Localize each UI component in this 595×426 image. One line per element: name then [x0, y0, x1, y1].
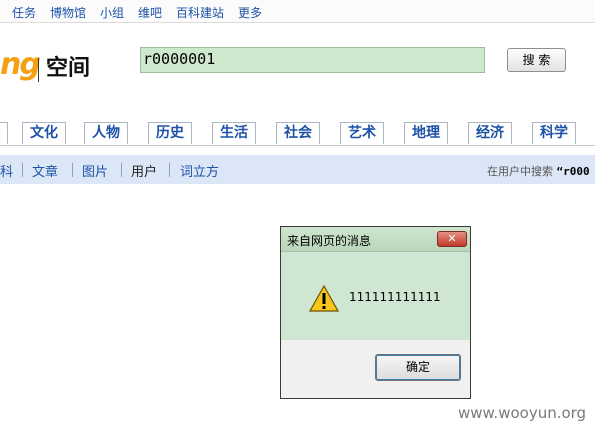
- nav-link-more[interactable]: 更多: [238, 4, 262, 21]
- subtab-images[interactable]: 图片: [82, 161, 108, 180]
- search-scope-query: “r000: [556, 165, 590, 178]
- logo-mark[interactable]: ng: [0, 50, 41, 80]
- top-nav: 任务 博物馆 小组 维吧 百科建站 更多: [0, 0, 595, 23]
- divider: [72, 163, 73, 177]
- divider: [121, 163, 122, 177]
- search-scope-text: 在用户中搜索 “r000: [487, 163, 590, 179]
- subtab-word-cube[interactable]: 词立方: [180, 161, 219, 180]
- ok-button[interactable]: 确定: [375, 354, 461, 381]
- logo-divider: [38, 58, 39, 82]
- warning-icon: [309, 285, 339, 312]
- tab-economy[interactable]: 经济: [468, 122, 512, 144]
- search-button[interactable]: 搜 索: [507, 48, 566, 72]
- search-type-bar: 科 文章 图片 用户 词立方 在用户中搜索 “r000: [0, 155, 595, 184]
- search-scope-label: 在用户中搜索: [487, 165, 553, 178]
- tab-category-partial[interactable]: [0, 122, 8, 144]
- tab-culture[interactable]: 文化: [22, 122, 66, 144]
- dialog-title-bar[interactable]: 来自网页的消息 ✕: [281, 227, 470, 252]
- nav-link-museum[interactable]: 博物馆: [50, 4, 86, 21]
- search-input[interactable]: r0000001: [140, 47, 485, 73]
- tab-people[interactable]: 人物: [84, 122, 128, 144]
- divider: [169, 163, 170, 177]
- category-tabs: 文化 人物 历史 生活 社会 艺术 地理 经济 科学: [0, 122, 595, 146]
- alert-dialog: 来自网页的消息 ✕ 111111111111 确定: [280, 226, 471, 399]
- tab-science[interactable]: 科学: [532, 122, 576, 144]
- dialog-footer: 确定: [281, 340, 470, 398]
- subtab-users[interactable]: 用户: [131, 161, 157, 180]
- tab-life[interactable]: 生活: [212, 122, 256, 144]
- tab-history[interactable]: 历史: [148, 122, 192, 144]
- tab-geography[interactable]: 地理: [404, 122, 448, 144]
- dialog-title: 来自网页的消息: [287, 234, 372, 248]
- divider: [22, 163, 23, 177]
- subtab-articles[interactable]: 文章: [32, 161, 58, 180]
- tab-art[interactable]: 艺术: [340, 122, 384, 144]
- watermark-text: www.wooyun.org: [458, 404, 587, 422]
- nav-link-weiba[interactable]: 维吧: [138, 4, 162, 21]
- nav-link-group[interactable]: 小组: [100, 4, 124, 21]
- dialog-message: 111111111111: [349, 290, 441, 304]
- nav-link-site-builder[interactable]: 百科建站: [176, 4, 224, 21]
- close-icon[interactable]: ✕: [437, 231, 467, 247]
- tab-society[interactable]: 社会: [276, 122, 320, 144]
- logo-text[interactable]: 空间: [46, 55, 90, 83]
- nav-link-tasks[interactable]: 任务: [12, 4, 36, 21]
- subtab-encyclopedia[interactable]: 科: [0, 161, 13, 180]
